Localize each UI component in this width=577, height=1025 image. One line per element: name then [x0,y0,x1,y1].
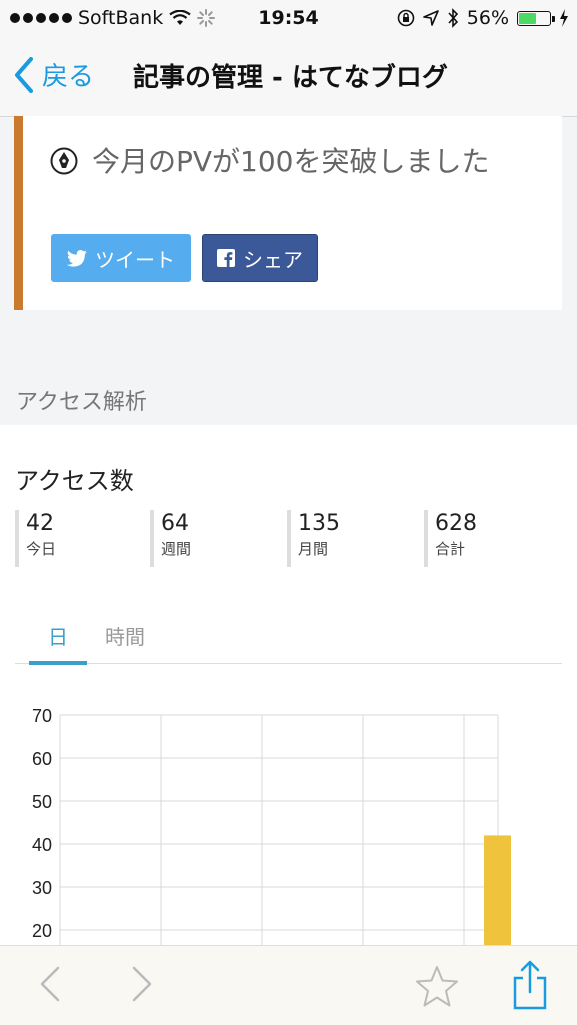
milestone-message: 今月のPVが100を突破しました [50,143,530,181]
stat-value: 42 [26,511,54,536]
back-arrow-icon[interactable] [36,964,64,1004]
stat-value: 135 [298,511,340,536]
facebook-share-button[interactable]: シェア [202,234,318,282]
share-label: シェア [243,247,303,272]
location-arrow-icon [422,10,439,26]
bottom-toolbar [0,945,577,1025]
milestone-text: 今月のPVが100を突破しました [92,145,490,178]
tweet-button[interactable]: ツイート [51,234,191,282]
bluetooth-icon [448,8,458,28]
back-button[interactable]: 戻る [14,56,94,93]
stat-today: 42 今日 [15,510,56,567]
bookmark-star-icon[interactable] [413,964,461,1010]
chart-bar [484,835,511,945]
tweet-label: ツイート [95,247,175,272]
stat-month: 135 月間 [287,510,340,567]
stat-total: 628 合計 [424,510,477,567]
facebook-icon [217,249,235,267]
chevron-left-icon [15,56,33,93]
status-right: 56% [397,7,569,29]
stat-label: 月間 [298,540,329,558]
share-icon[interactable] [510,960,550,1010]
tab-day[interactable]: 日 [29,621,87,665]
stat-week: 64 週間 [150,510,191,567]
status-bar: SoftBank 19:54 56% [0,0,577,38]
y-tick-label: 50 [32,792,52,812]
tab-hour[interactable]: 時間 [105,621,145,650]
rotation-lock-icon [397,9,415,27]
stat-value: 628 [435,511,477,536]
navigation-bar: 戻る 記事の管理 - はてなブログ [0,38,577,117]
access-count-title: アクセス数 [15,467,134,495]
stat-value: 64 [161,511,189,536]
y-tick-label: 60 [32,749,52,769]
stat-label: 週間 [161,540,192,558]
section-header-analytics: アクセス解析 [16,390,147,415]
y-tick-label: 20 [32,921,52,941]
twitter-bird-icon [67,249,87,267]
forward-arrow-icon[interactable] [128,964,156,1004]
back-label: 戻る [42,62,95,92]
y-tick-label: 70 [32,706,52,726]
page-title: 記事の管理 - はてなブログ [133,63,448,93]
stat-label: 合計 [435,540,466,558]
battery-level [519,12,536,24]
y-tick-label: 40 [32,835,52,855]
charging-bolt-icon [560,9,568,27]
battery-percent: 56% [466,7,509,29]
analytics-panel: アクセス数 42 今日 64 週間 135 月間 628 合計 日 時間 70 6… [0,425,577,945]
battery-icon [517,10,555,26]
stat-label: 今日 [26,540,57,558]
pen-nib-icon [50,147,78,175]
access-bar-chart: 70 60 50 40 30 20 [32,706,511,945]
y-tick-label: 30 [32,878,52,898]
chart-tabs: 日 時間 [15,613,562,665]
milestone-card: 今月のPVが100を突破しました ツイート シェア [14,116,562,310]
